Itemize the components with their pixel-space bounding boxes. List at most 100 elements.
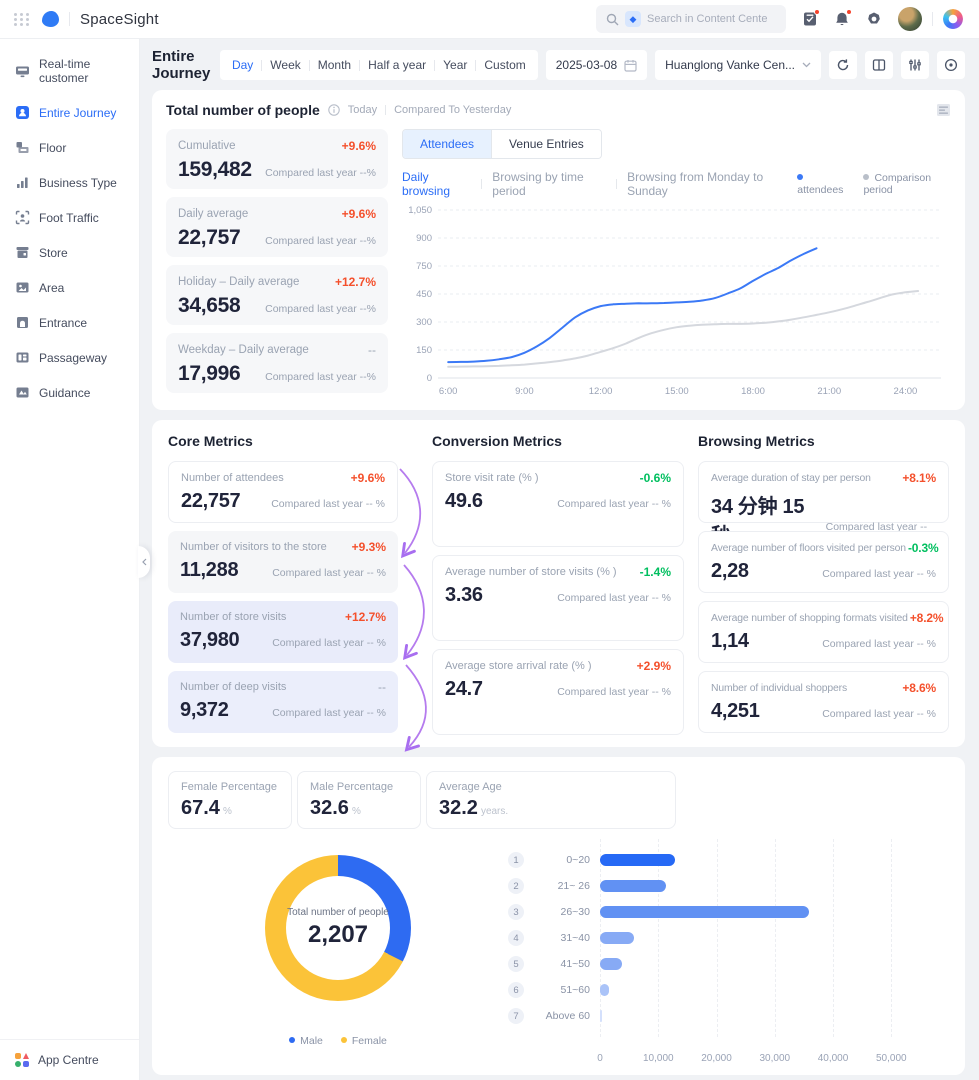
sidebar-item-passageway[interactable]: Passageway [0, 340, 139, 375]
age-distribution-chart[interactable]: 1 0~20 2 21~ 26 3 26~30 4 31~40 5 41~50 … [508, 839, 949, 1067]
metrics-card: Core Metrics Number of attendees +9.6% 22… [152, 420, 965, 752]
stat-label: Holiday – Daily average [178, 276, 300, 288]
search-icon [606, 13, 619, 25]
sidebar-item-foot-traffic[interactable]: Foot Traffic [0, 200, 139, 235]
legend-attendees[interactable]: attendees [797, 172, 847, 196]
date-picker[interactable]: 2025-03-08 [545, 50, 648, 80]
metric-average-store-visits[interactable]: Average number of store visits (% ) -1.4%… [432, 555, 684, 641]
rank-badge: 4 [508, 930, 524, 946]
male-percentage-card[interactable]: Male Percentage 32.6% [297, 771, 421, 829]
range-month[interactable]: Month [310, 58, 359, 72]
rank-badge: 5 [508, 956, 524, 972]
layout-columns-button[interactable] [865, 51, 893, 79]
metric-store-visits[interactable]: Number of store visits +12.7% 37,980 Compa… [168, 601, 398, 663]
sidebar-item-label: Foot Traffic [39, 210, 99, 225]
range-year[interactable]: Year [435, 58, 475, 72]
age-bar[interactable] [600, 906, 809, 918]
metric-value: 1,14 [711, 630, 749, 652]
metric-value: 37,980 [180, 629, 240, 651]
age-bar[interactable] [600, 984, 610, 996]
stat-tile-holiday-average[interactable]: Holiday – Daily average +12.7% 34,658 Comp… [166, 265, 388, 325]
view-daily-browsing[interactable]: Daily browsing [402, 170, 471, 198]
legend-comparison-period[interactable]: Comparison period [863, 172, 951, 196]
metric-individual-shoppers[interactable]: Number of individual shoppers +8.6% 4,251… [698, 671, 949, 733]
apps-grid-icon[interactable] [14, 12, 30, 26]
metric-store-visit-rate[interactable]: Store visit rate (% ) -0.6% 49.6 Compared … [432, 461, 684, 547]
age-bar-row: 7 Above 60 [508, 1003, 949, 1029]
age-bar-row: 2 21~ 26 [508, 873, 949, 899]
demo-label: Female Percentage [181, 781, 277, 793]
x-tick-label: 30,000 [759, 1053, 791, 1064]
range-half-year[interactable]: Half a year [360, 58, 434, 72]
stat-value: 22,757 [178, 226, 241, 249]
sidebar-item-store[interactable]: Store [0, 235, 139, 270]
gradient-logo-icon[interactable] [943, 9, 963, 29]
venue-select[interactable]: Huanglong Vanke Cen... [655, 50, 821, 80]
svg-text:24:00: 24:00 [894, 386, 918, 397]
notifications-bell-icon[interactable] [834, 9, 852, 27]
view-by-time-period[interactable]: Browsing by time period [492, 170, 606, 198]
sidebar-item-label: Business Type [39, 175, 117, 190]
sidebar-item-entire-journey[interactable]: Entire Journey [0, 95, 139, 130]
stat-tile-cumulative[interactable]: Cumulative +9.6% 159,482 Compared last yea… [166, 129, 388, 189]
metric-deep-visits[interactable]: Number of deep visits -- 9,372 Compared la… [168, 671, 398, 733]
metric-floors-visited[interactable]: Average number of floors visited per per… [698, 531, 949, 593]
refresh-button[interactable] [829, 51, 857, 79]
tab-venue-entries[interactable]: Venue Entries [491, 130, 601, 158]
sidebar-item-business-type[interactable]: Business Type [0, 165, 139, 200]
sidebar-item-entrance[interactable]: Entrance [0, 305, 139, 340]
metric-store-arrival-rate[interactable]: Average store arrival rate (% ) +2.9% 24.… [432, 649, 684, 735]
attendees-line-chart[interactable]: 0 150 300 450 750 900 1,050 6:00 9:00 12:00 15:00 1… [402, 202, 947, 400]
filter-sliders-button[interactable] [901, 51, 929, 79]
age-bar[interactable] [600, 958, 623, 970]
sidebar-item-floor[interactable]: Floor [0, 130, 139, 165]
metric-duration-of-stay[interactable]: Average duration of stay per person +8.1%… [698, 461, 949, 547]
brand-logo-icon[interactable] [42, 11, 59, 27]
metric-label: Number of visitors to the store [180, 541, 327, 553]
monitor-icon [15, 64, 30, 79]
range-custom[interactable]: Custom [476, 58, 533, 72]
metric-visitors-to-store[interactable]: Number of visitors to the store +9.3% 11,… [168, 531, 398, 593]
metric-label: Average store arrival rate (% ) [445, 660, 592, 672]
app-centre-label: App Centre [38, 1053, 99, 1067]
sidebar-item-guidance[interactable]: Guidance [0, 375, 139, 410]
app-centre-button[interactable]: App Centre [0, 1039, 139, 1080]
legend-dot [289, 1037, 296, 1043]
stat-tile-weekday-average[interactable]: Weekday – Daily average -- 17,996 Compared… [166, 333, 388, 393]
target-settings-button[interactable] [937, 51, 965, 79]
legend-female[interactable]: Female [340, 1035, 387, 1047]
range-week[interactable]: Week [262, 58, 308, 72]
age-bar[interactable] [600, 932, 635, 944]
stat-tile-daily-average[interactable]: Daily average +9.6% 22,757 Compared last y… [166, 197, 388, 257]
range-day[interactable]: Day [224, 58, 261, 72]
table-view-icon[interactable] [936, 103, 951, 117]
metric-shopping-formats[interactable]: Average number of shopping formats visit… [698, 601, 949, 663]
entrance-icon [15, 315, 30, 330]
svg-text:150: 150 [416, 345, 432, 356]
avatar[interactable] [898, 7, 922, 31]
female-percentage-card[interactable]: Female Percentage 67.4% [168, 771, 292, 829]
journey-icon [15, 105, 30, 120]
age-bar[interactable] [600, 880, 666, 892]
guidance-icon [15, 385, 30, 400]
age-bar[interactable] [600, 1010, 602, 1022]
age-bar[interactable] [600, 854, 675, 866]
info-icon[interactable] [328, 104, 340, 116]
average-age-card[interactable]: Average Age 32.2 years. [426, 771, 676, 829]
tab-attendees[interactable]: Attendees [403, 130, 492, 158]
badge-dot [814, 9, 820, 15]
view-monday-to-sunday[interactable]: Browsing from Monday to Sunday [627, 170, 787, 198]
donut-center-label: Total number of people [287, 907, 389, 918]
tasks-icon[interactable] [802, 9, 820, 27]
sidebar-item-real-time-customer[interactable]: Real-time customer [0, 47, 139, 95]
svg-text:1,050: 1,050 [408, 205, 432, 216]
search-input[interactable] [647, 13, 767, 25]
legend-male[interactable]: Male [289, 1035, 323, 1047]
sidebar-item-area[interactable]: Area [0, 270, 139, 305]
columns-icon [872, 59, 886, 71]
donut-legend: Male Female [289, 1035, 387, 1047]
settings-gear-icon[interactable] [866, 11, 882, 27]
rank-badge: 3 [508, 904, 524, 920]
search-box[interactable]: ◆ [596, 5, 786, 33]
metric-attendees[interactable]: Number of attendees +9.6% 22,757 Compared … [168, 461, 398, 523]
